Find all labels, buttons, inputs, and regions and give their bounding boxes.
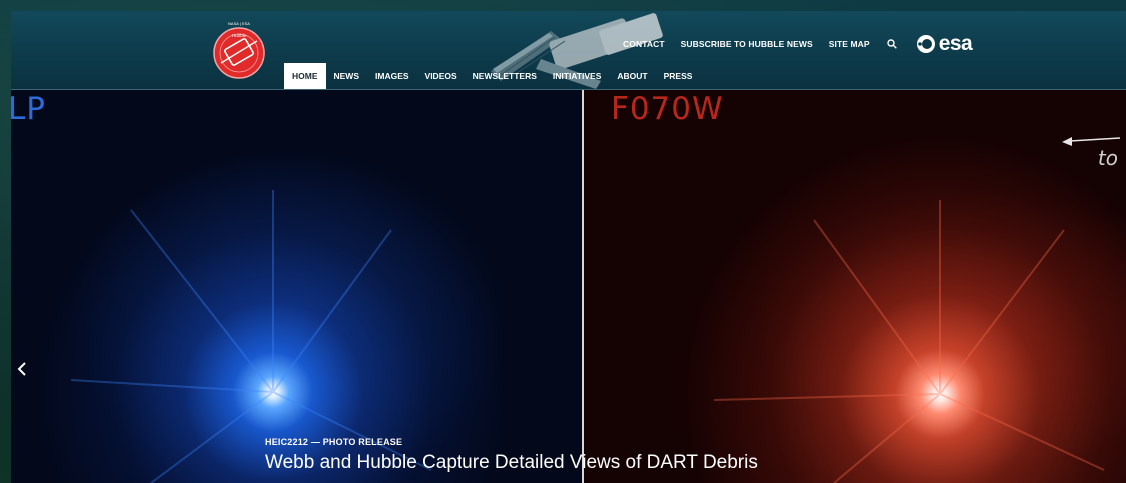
nav-videos[interactable]: VIDEOS	[417, 63, 465, 89]
hubble-red-image-panel: F070W to	[584, 90, 1126, 483]
nav-press[interactable]: PRESS	[656, 63, 701, 89]
esa-wordmark: esa	[938, 32, 973, 55]
hubble-logo[interactable]: NASA | ESA Hubble	[209, 19, 269, 81]
red-starburst-rays	[713, 200, 1105, 483]
nav-home[interactable]: HOME	[284, 63, 326, 89]
subscribe-link[interactable]: SUBSCRIBE TO HUBBLE NEWS	[681, 39, 813, 49]
chevron-left-icon[interactable]	[13, 357, 31, 381]
release-kicker: HEIC2212 — PHOTO RELEASE	[265, 437, 403, 447]
main-nav: HOME NEWS IMAGES VIDEOS NEWSLETTERS INIT…	[284, 63, 700, 89]
site-map-link[interactable]: SITE MAP	[829, 39, 870, 49]
filter-label-right: F070W	[611, 91, 724, 127]
search-icon[interactable]	[886, 38, 898, 50]
webb-blue-image-panel: LP	[11, 90, 582, 483]
slide-caption[interactable]: HEIC2212 — PHOTO RELEASE Webb and Hubble…	[265, 437, 965, 474]
esa-mark-icon	[916, 35, 935, 53]
site-header: NASA | ESA Hubble CONTACT SUBSCRIBE TO H…	[11, 11, 1126, 90]
nav-newsletters[interactable]: NEWSLETTERS	[465, 63, 545, 89]
slide-title[interactable]: Webb and Hubble Capture Detailed Views o…	[265, 452, 965, 474]
svg-text:Hubble: Hubble	[232, 33, 247, 38]
top-utility-nav: CONTACT SUBSCRIBE TO HUBBLE NEWS SITE MA…	[623, 32, 973, 56]
contact-link[interactable]: CONTACT	[623, 39, 665, 49]
nav-images[interactable]: IMAGES	[367, 63, 417, 89]
svg-text:NASA | ESA: NASA | ESA	[228, 21, 250, 26]
nav-news[interactable]: NEWS	[326, 63, 368, 89]
esa-logo[interactable]: esa	[916, 32, 973, 56]
browser-viewport: NASA | ESA Hubble CONTACT SUBSCRIBE TO H…	[11, 11, 1126, 483]
direction-label: to	[1097, 146, 1118, 170]
blue-starburst-rays	[70, 190, 432, 483]
direction-annotation: to	[1062, 134, 1122, 174]
filter-label-left: LP	[11, 91, 46, 127]
nav-about[interactable]: ABOUT	[609, 63, 655, 89]
nav-initiatives[interactable]: INITIATIVES	[545, 63, 610, 89]
